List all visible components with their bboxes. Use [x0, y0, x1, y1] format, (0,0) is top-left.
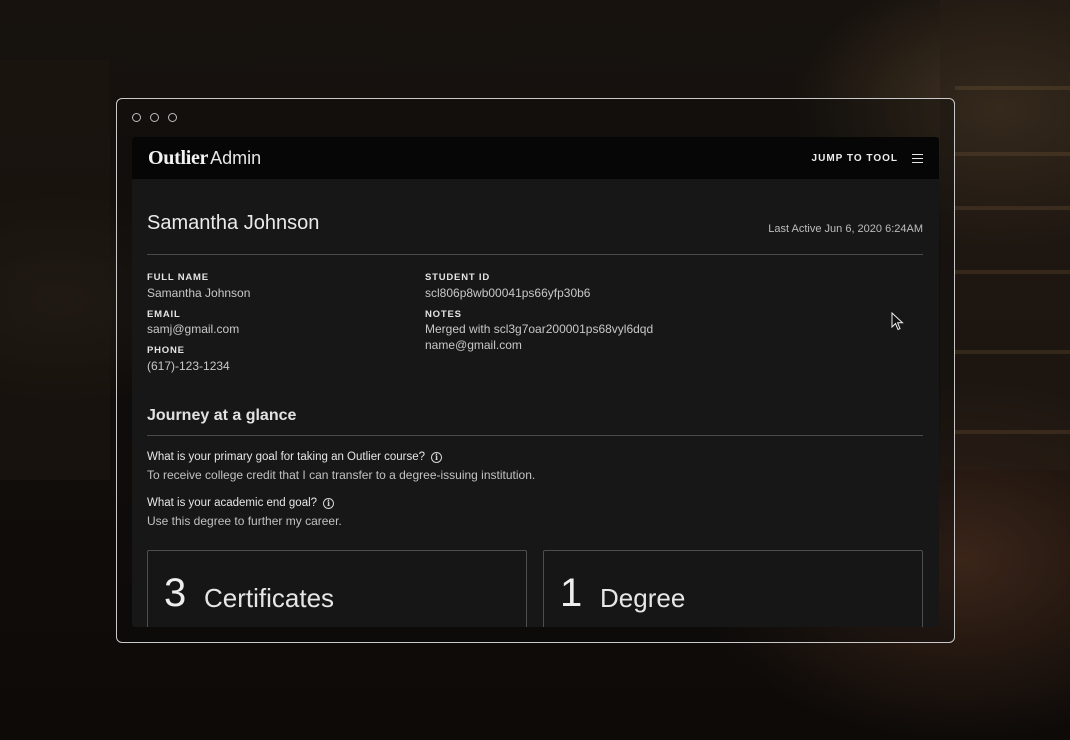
window-minimize-dot[interactable] [150, 113, 159, 122]
primary-goal-answer: To receive college credit that I can tra… [147, 468, 536, 482]
degree-count: 1 [560, 571, 583, 615]
jump-to-tool-button[interactable]: JUMP TO TOOL [812, 153, 898, 164]
shelf-line [955, 270, 1070, 274]
info-icon[interactable]: i [323, 497, 335, 509]
notes-value-line2: name@gmail.com [425, 338, 522, 352]
academic-goal-answer: Use this degree to further my career. [147, 514, 342, 528]
primary-goal-question: What is your primary goal for taking an … [147, 451, 443, 463]
full-name-label: FULL NAME [147, 272, 209, 283]
shelf-line [955, 430, 1070, 434]
mouse-cursor-icon [891, 312, 904, 331]
window-maximize-dot[interactable] [168, 113, 177, 122]
logo-wordmark: Outlier [148, 146, 209, 169]
notes-label: NOTES [425, 309, 462, 320]
browser-window: Outlier Admin JUMP TO TOOL Samantha John… [116, 98, 955, 643]
hamburger-menu-icon[interactable] [912, 153, 923, 163]
primary-goal-question-text: What is your primary goal for taking an … [147, 451, 426, 463]
last-active-timestamp: Last Active Jun 6, 2020 6:24AM [768, 223, 923, 235]
academic-goal-question: What is your academic end goal? i [147, 497, 335, 509]
outlier-admin-logo[interactable]: Outlier Admin [148, 147, 261, 170]
phone-label: PHONE [147, 345, 185, 356]
shelf-line [955, 152, 1070, 156]
admin-app: Outlier Admin JUMP TO TOOL Samantha John… [132, 137, 939, 627]
student-id-label: STUDENT ID [425, 272, 490, 283]
page-title: Samantha Johnson [147, 212, 320, 234]
shelf-line [955, 206, 1070, 210]
degree-card[interactable]: 1 Degree [543, 550, 923, 627]
email-value: samj@gmail.com [147, 322, 240, 336]
email-label: EMAIL [147, 309, 181, 320]
student-id-value: scl806p8wb00041ps66yfp30b6 [425, 286, 591, 300]
bookshelf [940, 0, 1070, 470]
phone-value: (617)-123-1234 [147, 359, 230, 373]
divider [147, 435, 923, 436]
bookshelf-left [0, 60, 110, 480]
topbar-actions: JUMP TO TOOL [812, 153, 923, 164]
certificates-count: 3 [164, 571, 187, 615]
info-icon[interactable]: i [431, 451, 443, 463]
top-navigation-bar: Outlier Admin JUMP TO TOOL [132, 137, 939, 179]
certificates-card[interactable]: 3 Certificates [147, 550, 527, 627]
academic-goal-question-text: What is your academic end goal? [147, 497, 318, 509]
shelf-line [955, 86, 1070, 90]
certificates-label: Certificates [204, 583, 335, 613]
divider [147, 254, 923, 255]
logo-admin-text: Admin [210, 147, 262, 168]
window-close-dot[interactable] [132, 113, 141, 122]
degree-label: Degree [600, 583, 686, 613]
journey-section-title: Journey at a glance [147, 407, 297, 424]
shelf-line [955, 350, 1070, 354]
notes-value-line1: Merged with scl3g7oar200001ps68vyl6dqd [425, 322, 654, 336]
full-name-value: Samantha Johnson [147, 286, 251, 300]
